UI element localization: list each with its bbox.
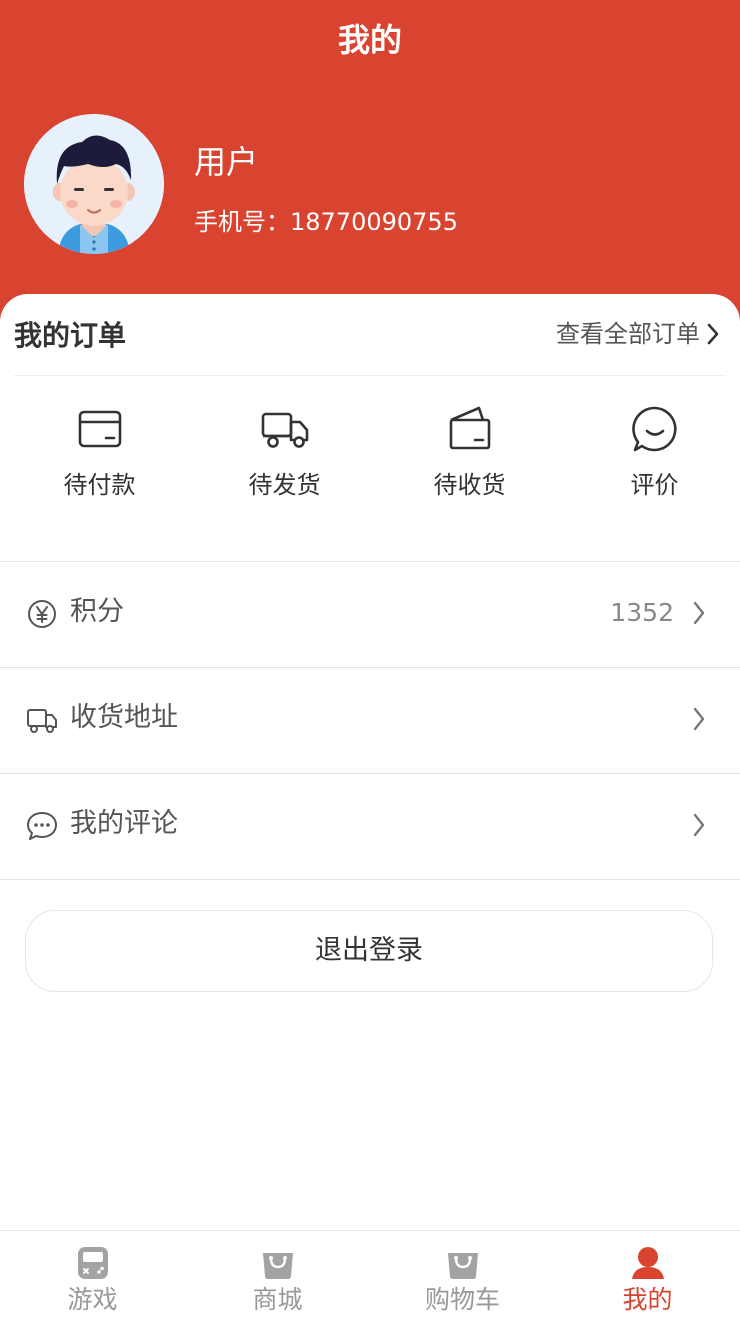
truck-icon: [261, 412, 308, 448]
comment-icon: [631, 406, 677, 452]
package-icon: [449, 406, 490, 450]
view-all-orders-label: 查看全部订单: [556, 320, 700, 348]
chevron-right-icon: [707, 323, 719, 345]
user-name: 用户: [194, 143, 259, 181]
chevron-right-icon: [693, 601, 705, 625]
truck-icon: [27, 709, 57, 733]
bottom-tab-bar: 游戏 商城 购物车 我的: [0, 1230, 740, 1324]
tab-games-label: 游戏: [67, 1285, 118, 1314]
avatar[interactable]: [24, 114, 164, 254]
tab-games[interactable]: 游戏: [0, 1231, 185, 1324]
tab-mall[interactable]: 商城: [185, 1231, 370, 1324]
content-card: 我的订单 查看全部订单 待付款 待发货 待收货 评价 积分 1352 收货地址 …: [0, 294, 740, 1244]
chevron-right-icon: [693, 813, 705, 837]
order-pending-shipment-label: 待发货: [248, 471, 321, 499]
order-pending-payment-label: 待付款: [63, 471, 136, 499]
order-review-label: 评价: [630, 471, 679, 499]
order-pending-payment[interactable]: 待付款: [14, 404, 185, 514]
wallet-icon: [78, 410, 121, 448]
order-review[interactable]: 评价: [569, 404, 740, 514]
user-icon: [631, 1247, 664, 1279]
points-value: 1352: [610, 598, 674, 627]
tab-mine-label: 我的: [622, 1285, 673, 1314]
menu-item-comments-label: 我的评论: [70, 808, 178, 839]
menu-item-address-label: 收货地址: [70, 702, 178, 733]
menu-item-comments[interactable]: 我的评论: [0, 774, 740, 880]
tab-mine[interactable]: 我的: [555, 1231, 740, 1324]
order-pending-shipment[interactable]: 待发货: [199, 404, 370, 514]
gamepad-icon: [77, 1247, 108, 1279]
logout-button[interactable]: 退出登录: [25, 910, 713, 992]
yuan-icon: [28, 600, 56, 628]
orders-header: 我的订单 查看全部订单: [14, 310, 726, 376]
tab-mall-label: 商城: [252, 1285, 303, 1314]
tab-cart-label: 购物车: [424, 1285, 500, 1314]
menu-item-address[interactable]: 收货地址: [0, 668, 740, 774]
chat-bubble-icon: [27, 812, 57, 840]
avatar-boy-icon: [24, 114, 164, 254]
chevron-right-icon: [693, 707, 705, 731]
view-all-orders-link[interactable]: 查看全部订单: [556, 314, 720, 354]
menu-item-points-label: 积分: [70, 596, 124, 627]
tab-cart[interactable]: 购物车: [370, 1231, 555, 1324]
menu-item-points[interactable]: 积分 1352: [0, 562, 740, 668]
user-phone: 手机号：18770090755: [194, 208, 458, 236]
orders-title: 我的订单: [14, 319, 127, 352]
shopping-bag-icon: [262, 1253, 293, 1279]
order-status-row: 待付款 待发货 待收货 评价: [0, 404, 740, 514]
profile-page: 我的 用户 手机号：18770090755 我的订单 查看全部订单 待付款 待发…: [0, 0, 740, 1324]
order-pending-receipt[interactable]: 待收货: [384, 404, 555, 514]
order-pending-receipt-label: 待收货: [433, 471, 506, 499]
shopping-bag-icon: [447, 1253, 478, 1279]
page-title: 我的: [337, 21, 402, 59]
